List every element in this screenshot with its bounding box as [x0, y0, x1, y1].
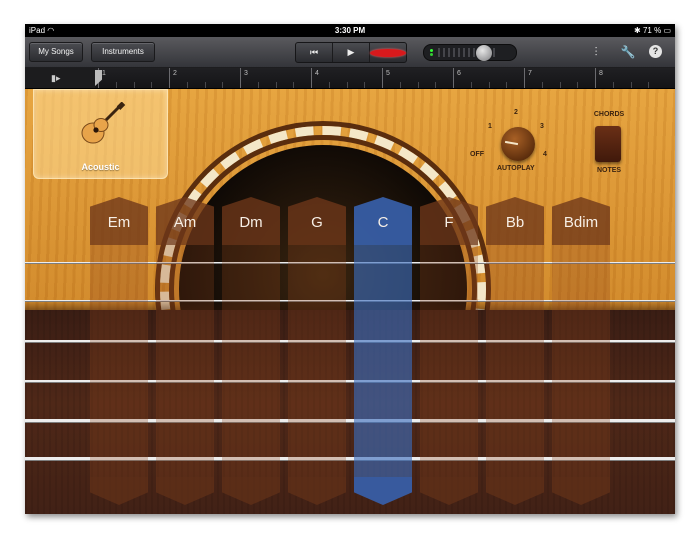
autoplay-4-label: 4 [543, 151, 547, 158]
toolbar: My Songs Instruments ⏮ ▶ ⫶ 🔧 ? [25, 37, 675, 68]
ruler-bar-number: 3 [244, 70, 248, 77]
autoplay-3-label: 3 [540, 123, 544, 130]
chord-name: Dm [239, 214, 263, 231]
ruler-bar-marker: 7 [524, 68, 532, 88]
ruler-bar-marker: 5 [382, 68, 390, 88]
status-bar: iPad ◠ 3:30 PM ✱ 71 % ▭ [25, 24, 675, 37]
acoustic-guitar-icon [81, 102, 126, 144]
ruler-tick [559, 82, 561, 88]
transport-controls: ⏮ ▶ [295, 42, 407, 63]
battery-icon: ▭ [663, 26, 671, 35]
ruler-tick [612, 82, 614, 88]
chord-strip-am[interactable]: Am [156, 197, 214, 505]
chord-strip-bdim[interactable]: Bdim [552, 197, 610, 505]
ruler-bar-marker: 2 [169, 68, 177, 88]
ruler-tick [293, 82, 295, 88]
chord-strip-bb[interactable]: Bb [486, 197, 544, 505]
play-icon: ▶ [347, 47, 355, 57]
autoplay-2-label: 2 [514, 109, 518, 116]
chord-name: Bdim [563, 214, 599, 231]
ruler-tick [133, 82, 135, 88]
my-songs-button[interactable]: My Songs [29, 42, 83, 62]
chord-name: F [444, 214, 454, 231]
rewind-button[interactable]: ⏮ [296, 43, 333, 62]
ruler-bar-marker: 8 [595, 68, 603, 88]
ruler-tick [630, 82, 632, 88]
ruler-tick [577, 82, 579, 88]
ruler-bar-number: 6 [457, 70, 461, 77]
rewind-icon: ⏮ [309, 47, 319, 57]
ruler-tick [435, 82, 437, 88]
ruler-tick [541, 82, 543, 88]
clock: 3:30 PM [334, 26, 366, 35]
wrench-icon[interactable]: 🔧 [620, 44, 636, 60]
ruler-tick [257, 82, 259, 88]
ruler-tick [204, 82, 206, 88]
timeline-ruler[interactable]: ▮▸ 1 2 3 4 5 6 7 8 [25, 68, 675, 89]
instrument-name: Acoustic [81, 162, 120, 172]
autoplay-control: OFF 1 2 3 4 AUTOPLAY [470, 109, 555, 179]
chord-strip-em[interactable]: Em [90, 197, 148, 505]
ruler-tick [346, 82, 348, 88]
ruler-tick [186, 82, 188, 88]
battery-indicator: ✱ 71 % ▭ [634, 26, 671, 35]
ruler-bar-number: 8 [599, 70, 603, 77]
ruler-bar-marker: 4 [311, 68, 319, 88]
chord-name: C [377, 214, 389, 231]
chord-strip-f[interactable]: F [420, 197, 478, 505]
level-led-icon [430, 49, 433, 52]
autoplay-label: AUTOPLAY [497, 165, 535, 172]
ruler-bar-marker: 6 [453, 68, 461, 88]
ruler-tick [470, 82, 472, 88]
record-button[interactable] [370, 43, 406, 62]
ruler-tick [222, 82, 224, 88]
ruler-tick [506, 82, 508, 88]
autoplay-1-label: 1 [488, 123, 492, 130]
ruler-tick [328, 82, 330, 88]
ruler-tick [364, 82, 366, 88]
ruler-bar-number: 4 [315, 70, 319, 77]
ruler-tick [151, 82, 153, 88]
chord-name: G [311, 214, 323, 231]
ruler-tick [115, 82, 117, 88]
ruler-track [95, 68, 675, 88]
ruler-tick [648, 82, 650, 88]
volume-knob[interactable] [476, 45, 492, 61]
chords-label: CHORDS [593, 111, 625, 118]
record-icon [370, 48, 406, 57]
chord-strip-dm[interactable]: Dm [222, 197, 280, 505]
play-button[interactable]: ▶ [333, 43, 370, 62]
chord-strip-c[interactable]: C [354, 197, 412, 505]
ruler-bar-marker: 3 [240, 68, 248, 88]
ruler-tick [275, 82, 277, 88]
ruler-bar-number: 2 [173, 70, 177, 77]
autoplay-knob[interactable] [501, 127, 535, 161]
chords-notes-switch: CHORDS NOTES [585, 111, 633, 181]
track-icon[interactable]: ▮▸ [51, 73, 63, 83]
ruler-bar-number: 7 [528, 70, 532, 77]
instrument-selector[interactable]: Acoustic [33, 89, 168, 179]
chord-name: Am [173, 214, 197, 231]
chord-strip-g[interactable]: G [288, 197, 346, 505]
garageband-window: iPad ◠ 3:30 PM ✱ 71 % ▭ My Songs Instrum… [25, 24, 675, 514]
notes-label: NOTES [596, 167, 622, 174]
help-button[interactable]: ? [649, 45, 662, 58]
ruler-tick [488, 82, 490, 88]
ruler-bar-number: 1 [102, 70, 106, 77]
ruler-tick [417, 82, 419, 88]
mixer-icon[interactable]: ⫶ [588, 44, 604, 60]
master-volume-slider[interactable] [423, 44, 517, 61]
chord-name: Em [107, 214, 131, 231]
instruments-button[interactable]: Instruments [91, 42, 155, 62]
chords-notes-toggle[interactable] [595, 126, 621, 162]
ruler-bar-number: 5 [386, 70, 390, 77]
bluetooth-icon: ✱ [634, 26, 641, 35]
ruler-tick [399, 82, 401, 88]
autoplay-off-label: OFF [470, 151, 484, 158]
level-led-icon [430, 53, 433, 56]
chord-name: Bb [505, 214, 525, 231]
